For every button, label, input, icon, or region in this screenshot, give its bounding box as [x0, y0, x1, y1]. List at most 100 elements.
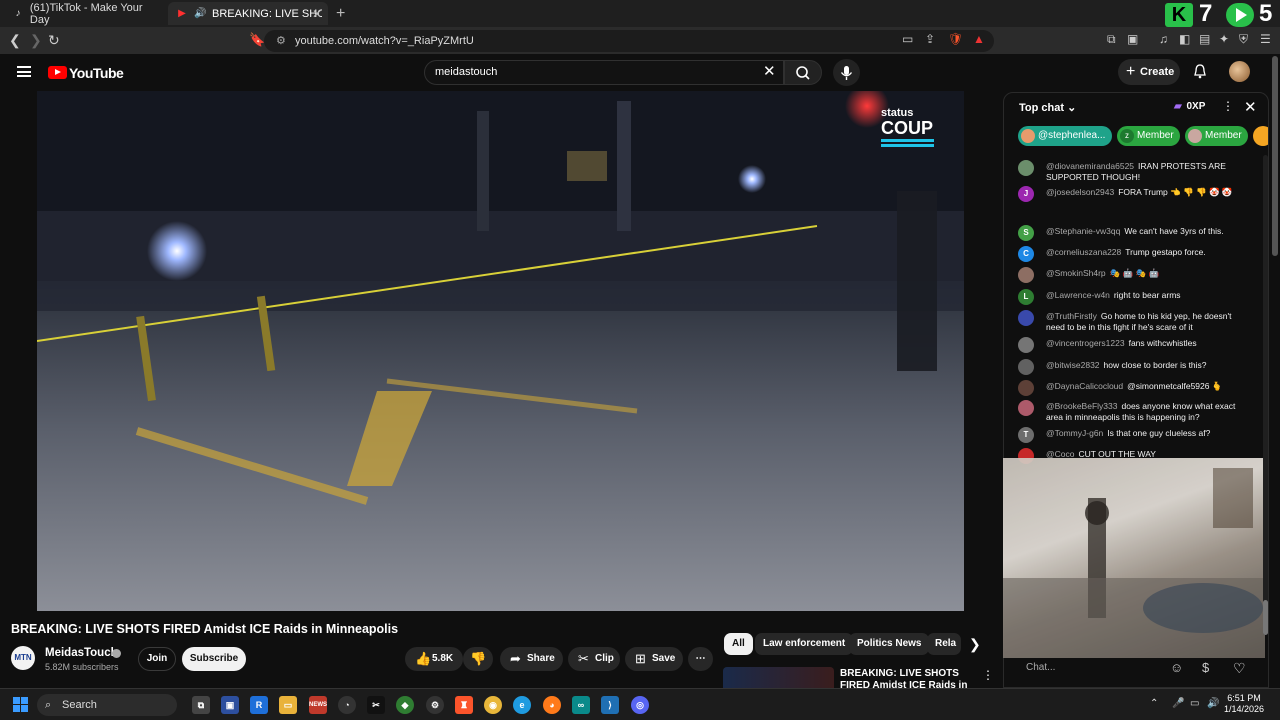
- subscribe-button[interactable]: Subscribe: [182, 647, 246, 671]
- tab-tiktok[interactable]: ♪ (61)TikTok - Make Your Day: [4, 2, 164, 26]
- chat-mode-selector[interactable]: Top chat ⌄: [1019, 101, 1076, 114]
- emoji-icon[interactable]: ☺: [1170, 660, 1183, 675]
- pip-icon[interactable]: ▭: [902, 32, 913, 46]
- app-icon-green[interactable]: ◆: [396, 696, 414, 714]
- windows-start-icon[interactable]: [13, 697, 29, 713]
- chat-author[interactable]: @TruthFirstly: [1046, 311, 1097, 321]
- join-button[interactable]: Join: [138, 647, 176, 671]
- create-button[interactable]: + Create: [1118, 59, 1180, 85]
- vscode-icon[interactable]: ⟩: [601, 696, 619, 714]
- pinned-chip-member-1[interactable]: z Member: [1117, 126, 1180, 146]
- chip-politics-news[interactable]: Politics News: [849, 633, 930, 655]
- chat-author[interactable]: @DaynaCalicocloud: [1046, 381, 1123, 391]
- new-tab-button[interactable]: +: [336, 5, 345, 23]
- chat-input[interactable]: Chat...: [1014, 656, 1164, 680]
- chat-scrollbar[interactable]: [1263, 155, 1268, 635]
- more-vertical-icon[interactable]: ⋮: [982, 668, 994, 682]
- chat-author[interactable]: @SmokinSh4rp: [1046, 268, 1106, 278]
- clip-button[interactable]: ✂ Clip: [568, 647, 620, 671]
- file-explorer-icon[interactable]: ▭: [279, 696, 297, 714]
- app-icon-r[interactable]: R: [250, 696, 268, 714]
- site-info-icon[interactable]: ⚙: [276, 30, 286, 52]
- share-button[interactable]: ➦ Share: [500, 647, 563, 671]
- chevron-up-icon[interactable]: ⌃: [1150, 698, 1158, 709]
- youtube-wordmark[interactable]: YouTube: [69, 65, 124, 81]
- related-video-thumbnail[interactable]: [723, 667, 834, 689]
- youtube-logo-icon[interactable]: [48, 66, 67, 79]
- edge-icon[interactable]: e: [513, 696, 531, 714]
- tab-youtube[interactable]: ▶ 🔊 BREAKING: LIVE SHOTS FIRED ✕: [168, 2, 328, 25]
- notifications-bell-icon[interactable]: [1193, 64, 1207, 79]
- speaker-icon[interactable]: 🔊: [194, 8, 206, 20]
- close-chat-icon[interactable]: ✕: [1244, 98, 1257, 116]
- settings-icon[interactable]: ⚙: [426, 696, 444, 714]
- super-chat-icon[interactable]: $: [1202, 660, 1209, 675]
- tab-search-icon[interactable]: ▣: [1127, 32, 1138, 46]
- leo-ai-icon[interactable]: ✦: [1219, 32, 1229, 46]
- media-icon[interactable]: ♫: [1159, 32, 1168, 46]
- channel-avatar[interactable]: MTN: [11, 646, 35, 670]
- forward-icon[interactable]: ❯: [30, 32, 42, 49]
- channel-name[interactable]: MeidasTouch: [45, 647, 118, 659]
- share-page-icon[interactable]: ⇪: [925, 32, 935, 46]
- like-button[interactable]: 👍 5.8K: [405, 647, 463, 671]
- video-player[interactable]: [37, 91, 964, 611]
- hamburger-menu-icon[interactable]: [17, 66, 31, 77]
- page-scrollbar[interactable]: [1272, 56, 1278, 686]
- chip-all[interactable]: All: [724, 633, 753, 655]
- chevron-right-icon[interactable]: ❯: [969, 636, 981, 653]
- microphone-icon[interactable]: 🎤: [1172, 698, 1184, 709]
- chat-author[interactable]: @bitwise2832: [1046, 360, 1100, 370]
- wallet-icon[interactable]: ▤: [1199, 32, 1210, 46]
- network-icon[interactable]: ▭: [1190, 698, 1199, 709]
- voice-search-button[interactable]: [833, 59, 860, 86]
- close-tab-icon[interactable]: ✕: [312, 7, 322, 21]
- brave-rewards-icon[interactable]: ▲: [973, 32, 985, 46]
- chat-author[interactable]: @Stephanie-vw3qq: [1046, 226, 1120, 236]
- reload-icon[interactable]: ↻: [48, 32, 60, 49]
- taskbar-clock[interactable]: 6:51 PM 1/14/2026: [1224, 693, 1264, 715]
- sidebar-icon[interactable]: ◧: [1179, 32, 1190, 46]
- vpn-icon[interactable]: ⛨: [1239, 32, 1248, 47]
- dislike-button[interactable]: 👎: [463, 647, 493, 671]
- browser-menu-icon[interactable]: ☰: [1260, 32, 1271, 46]
- xp-badge[interactable]: ▰ 0XP: [1174, 101, 1205, 112]
- search-button[interactable]: [784, 60, 822, 85]
- more-actions-button[interactable]: ⋯: [688, 647, 713, 671]
- firefox-icon[interactable]: ◕: [543, 696, 561, 714]
- search-input[interactable]: meidastouch: [424, 60, 784, 85]
- volume-icon[interactable]: 🔊: [1207, 698, 1219, 709]
- chat-author[interactable]: @Lawrence-w4n: [1046, 290, 1110, 300]
- pinned-chip-stephen[interactable]: @stephenlea...: [1018, 126, 1112, 146]
- discord-icon[interactable]: ◎: [631, 696, 649, 714]
- chrome-icon[interactable]: ◉: [484, 696, 502, 714]
- taskbar-search[interactable]: ⌕ Search: [37, 694, 177, 716]
- save-button[interactable]: ⊞ Save: [625, 647, 683, 671]
- chat-author[interactable]: @diovanemiranda6525: [1046, 161, 1134, 171]
- heart-icon[interactable]: ♡: [1233, 660, 1246, 677]
- bookmark-icon[interactable]: 🔖: [249, 32, 265, 48]
- chat-author[interactable]: @josedelson2943: [1046, 187, 1114, 197]
- chat-author[interactable]: @vincentrogers1223: [1046, 338, 1125, 348]
- play-extension-icon[interactable]: [1226, 3, 1254, 27]
- pinned-chip-more[interactable]: [1253, 126, 1268, 146]
- url-bar[interactable]: ⚙ youtube.com/watch?v=_RiaPyZMrtU: [264, 30, 994, 52]
- extensions-icon[interactable]: ⧉: [1107, 32, 1116, 47]
- task-view-icon[interactable]: ⧉: [192, 696, 210, 714]
- account-avatar[interactable]: [1229, 61, 1250, 82]
- brave-browser-icon[interactable]: ♜: [455, 696, 473, 714]
- chat-more-icon[interactable]: ⋮: [1222, 99, 1234, 113]
- news-app-icon[interactable]: NEWS: [309, 696, 327, 714]
- brave-shield-icon[interactable]: 🛡: [948, 32, 963, 46]
- chip-law-enforcement[interactable]: Law enforcement: [755, 633, 854, 655]
- related-video-title[interactable]: BREAKING: LIVE SHOTS FIRED Amidst ICE Ra…: [840, 668, 975, 688]
- kick-extension-icon[interactable]: K: [1165, 3, 1193, 27]
- capcut-icon[interactable]: ✂: [367, 696, 385, 714]
- chip-related[interactable]: Rela: [927, 633, 961, 655]
- back-icon[interactable]: ❮: [9, 32, 21, 49]
- chat-author[interactable]: @TommyJ-g6n: [1046, 428, 1103, 438]
- chat-author[interactable]: @BrookeBeFly333: [1046, 401, 1117, 411]
- app-icon-circle[interactable]: ◔: [338, 696, 356, 714]
- app-icon-teal[interactable]: ∞: [572, 696, 590, 714]
- chat-author[interactable]: @corneliuszana228: [1046, 247, 1121, 257]
